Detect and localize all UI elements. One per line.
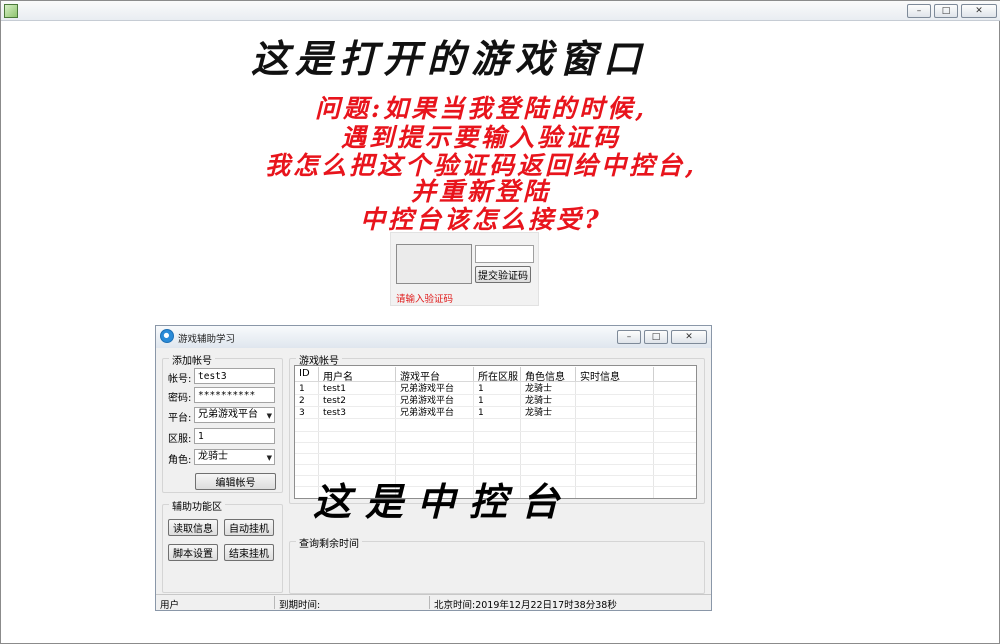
console-caption: 这是中控台	[313, 479, 574, 524]
console-window: 游戏辅助学习 – □ ✕ 添加帐号 帐号: test3 密码: ********…	[155, 325, 712, 611]
headline: 这是打开的游戏窗口	[251, 36, 648, 81]
chevron-down-icon: ▼	[266, 412, 272, 420]
query-time-group-label: 查询剩余时间	[296, 535, 362, 550]
window-controls: – □ ✕	[907, 4, 997, 18]
status-beijing-time: 北京时间:2019年12月22日17时38分38秒	[434, 600, 617, 611]
password-label: 密码:	[168, 393, 192, 404]
app-icon	[4, 4, 18, 18]
console-title: 游戏辅助学习	[178, 334, 236, 345]
cell-server: 1	[478, 384, 484, 394]
role-label: 角色:	[168, 455, 192, 466]
col-id[interactable]: ID	[295, 366, 314, 381]
chevron-down-icon: ▼	[266, 454, 272, 462]
status-user: 用户	[160, 600, 180, 611]
console-maximize-button[interactable]: □	[644, 330, 668, 344]
cell-server: 1	[478, 408, 484, 418]
stop-hang-button[interactable]: 结束挂机	[224, 544, 274, 561]
read-info-button[interactable]: 读取信息	[168, 519, 218, 536]
console-body: 添加帐号 帐号: test3 密码: ********** 平台: 兄弟游戏平台…	[158, 348, 709, 598]
table-row[interactable]: 3 test3 兄弟游戏平台 1 龙骑士	[295, 408, 696, 419]
captcha-image	[396, 244, 472, 284]
cell-username: test2	[323, 396, 347, 406]
script-settings-button[interactable]: 脚本设置	[168, 544, 218, 561]
cell-platform: 兄弟游戏平台	[400, 408, 455, 418]
col-realtime[interactable]: 实时信息	[576, 366, 624, 383]
role-select[interactable]: 龙骑士 ▼	[194, 449, 275, 465]
console-close-button[interactable]: ✕	[671, 330, 707, 344]
maximize-button[interactable]: □	[934, 4, 958, 18]
cell-username: test1	[323, 384, 347, 394]
close-button[interactable]: ✕	[961, 4, 997, 18]
app-logo-icon	[160, 329, 174, 343]
password-input[interactable]: **********	[194, 387, 275, 403]
edit-account-button[interactable]: 编辑帐号	[195, 473, 276, 490]
cell-server: 1	[478, 396, 484, 406]
col-platform[interactable]: 游戏平台	[396, 366, 444, 383]
role-value: 龙骑士	[198, 451, 228, 462]
server-input[interactable]: 1	[194, 428, 275, 444]
auto-hang-button[interactable]: 自动挂机	[224, 519, 274, 536]
aux-function-group-label: 辅助功能区	[169, 498, 225, 513]
table-row[interactable]: 1 test1 兄弟游戏平台 1 龙骑士	[295, 384, 696, 395]
cell-role: 龙骑士	[525, 384, 553, 394]
account-label: 帐号:	[168, 374, 192, 385]
cell-role: 龙骑士	[525, 396, 553, 406]
game-window-titlebar[interactable]: – □ ✕	[1, 1, 1000, 21]
status-expiry: 到期时间:	[279, 600, 321, 611]
cell-id: 2	[299, 396, 305, 406]
captcha-hint: 请输入验证码	[396, 294, 454, 305]
captcha-panel: 提交验证码 请输入验证码	[390, 232, 539, 306]
captcha-input[interactable]	[475, 245, 534, 263]
table-row[interactable]: 2 test2 兄弟游戏平台 1 龙骑士	[295, 396, 696, 407]
server-label: 区服:	[168, 434, 192, 445]
cell-role: 龙骑士	[525, 408, 553, 418]
submit-captcha-button[interactable]: 提交验证码	[475, 266, 531, 283]
status-bar: 用户 到期时间: 北京时间:2019年12月22日17时38分38秒	[156, 594, 711, 611]
game-window: – □ ✕ 这是打开的游戏窗口 问题:如果当我登陆的时候, 遇到提示要输入验证码…	[0, 0, 1000, 644]
platform-select[interactable]: 兄弟游戏平台 ▼	[194, 407, 275, 423]
question-line-5: 中控台该怎么接受?	[360, 205, 602, 234]
account-input[interactable]: test3	[194, 368, 275, 384]
query-time-group: 查询剩余时间	[289, 535, 705, 594]
console-minimize-button[interactable]: –	[617, 330, 641, 344]
platform-value: 兄弟游戏平台	[198, 409, 258, 420]
minimize-button[interactable]: –	[907, 4, 931, 18]
add-account-group-label: 添加帐号	[169, 352, 215, 367]
platform-label: 平台:	[168, 413, 192, 424]
cell-username: test3	[323, 408, 347, 418]
console-window-controls: – □ ✕	[617, 330, 707, 344]
cell-id: 3	[299, 408, 305, 418]
col-username[interactable]: 用户名	[319, 366, 357, 383]
col-role[interactable]: 角色信息	[521, 366, 569, 383]
accounts-table-header: ID 用户名 游戏平台 所在区服 角色信息 实时信息	[295, 366, 696, 383]
cell-platform: 兄弟游戏平台	[400, 384, 455, 394]
col-server[interactable]: 所在区服	[474, 366, 522, 383]
cell-platform: 兄弟游戏平台	[400, 396, 455, 406]
console-titlebar[interactable]: 游戏辅助学习 – □ ✕	[156, 326, 711, 348]
cell-id: 1	[299, 384, 305, 394]
